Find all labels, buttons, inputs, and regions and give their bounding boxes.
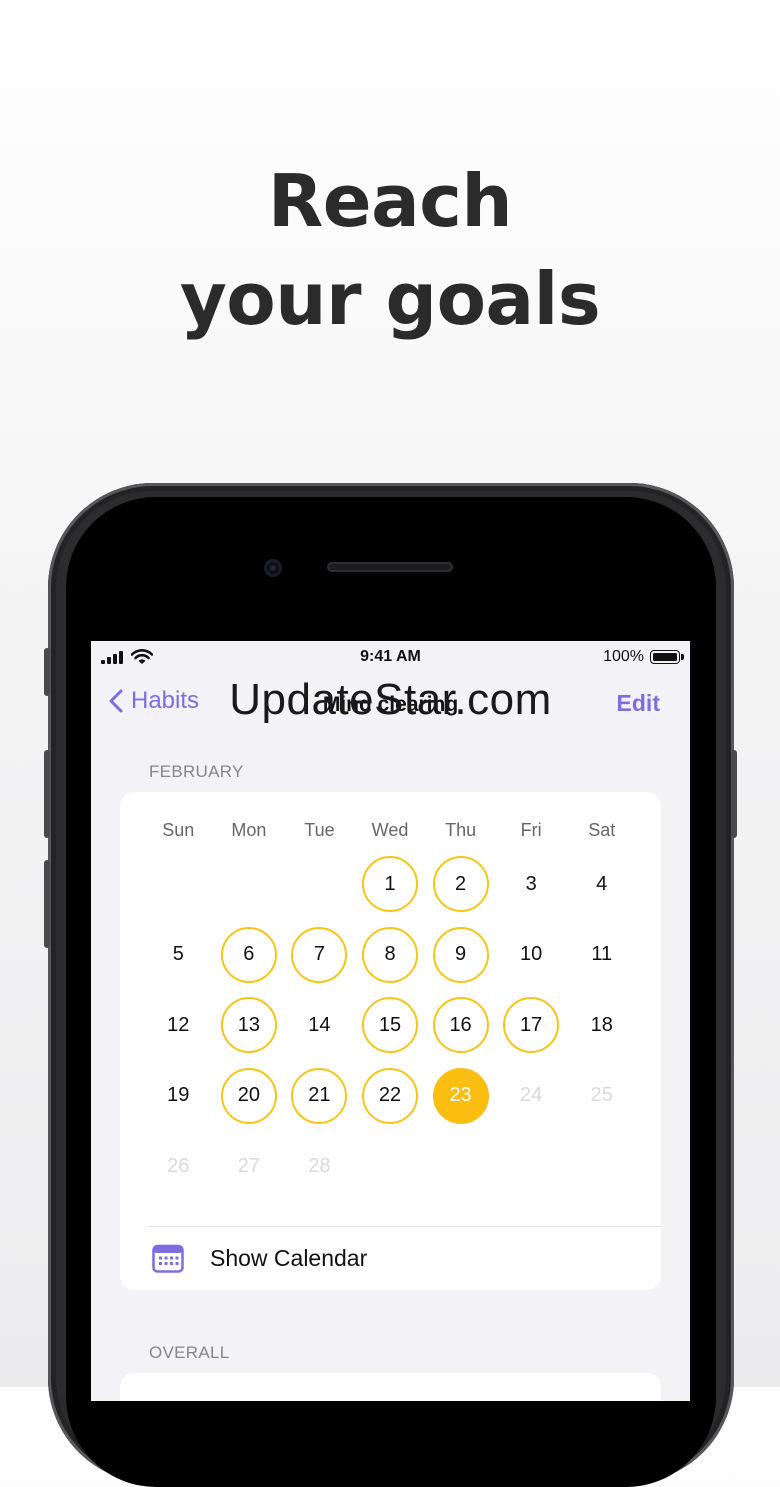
status-time: 9:41 AM [360,648,421,665]
calendar-day-5[interactable]: 5 [150,927,206,983]
calendar-day-28[interactable]: 28 [291,1138,347,1194]
show-calendar-button[interactable]: Show Calendar [152,1243,367,1273]
calendar-day-2[interactable]: 2 [432,856,489,912]
month-label: FEBRUARY [149,762,244,781]
battery-icon [650,650,684,664]
show-calendar-label: Show Calendar [210,1244,368,1271]
nav-bar: Habits Mind clearing Edit [91,681,690,731]
nav-title: Mind clearing [322,693,459,716]
weekday-header: Sun Mon Tue Wed Thu Fri Sat [143,820,637,841]
calendar-day-11[interactable]: 11 [574,927,630,983]
earpiece-speaker [327,562,453,572]
calendar-day-26[interactable]: 26 [150,1138,206,1194]
weekday-mon: Mon [231,820,267,840]
calendar-day-12[interactable]: 12 [150,997,206,1053]
calendar-day-15[interactable]: 15 [362,997,418,1054]
calendar-day-25[interactable]: 25 [574,1068,630,1124]
app-screen: 9:41 AM 100% Habits Mind clearing Edit U… [91,641,690,1401]
phone-power-button [731,750,737,838]
calendar-day-8[interactable]: 8 [362,926,418,983]
headline-line-2: your goals [179,257,601,341]
divider [148,1226,661,1227]
calendar-day-24[interactable]: 24 [503,1068,559,1124]
calendar-day-9[interactable]: 9 [432,926,489,983]
calendar-day-14[interactable]: 14 [291,997,347,1053]
overall-label: OVERALL [149,1343,230,1362]
overall-card [120,1373,661,1401]
calendar-day-19[interactable]: 19 [150,1068,206,1124]
calendar-day-18[interactable]: 18 [574,997,630,1053]
weekday-wed: Wed [371,820,409,840]
calendar-day-13[interactable]: 13 [220,997,277,1054]
calendar-day-1[interactable]: 1 [362,856,418,912]
weekday-thu: Thu [445,820,477,840]
weekday-tue: Tue [304,820,335,840]
calendar-day-3[interactable]: 3 [503,856,559,912]
calendar-card: Sun Mon Tue Wed Thu Fri Sat 1 2 3 4 5 6 7 8 9 10 11 12 13 1… [120,792,661,1290]
calendar-day-10[interactable]: 10 [503,927,559,983]
calendar-day-23[interactable]: 23 [432,1067,489,1124]
calendar-day-20[interactable]: 20 [220,1067,277,1124]
edit-button[interactable]: Edit [617,690,660,717]
headline-line-1: Reach [267,159,513,243]
calendar-day-6[interactable]: 6 [220,926,277,983]
status-bar: 9:41 AM 100% [91,641,690,675]
calendar-day-7[interactable]: 7 [291,926,348,983]
phone-mute-switch [44,648,50,696]
calendar-day-4[interactable]: 4 [574,856,630,912]
battery-percent: 100% [603,648,644,665]
calendar-icon [152,1244,184,1273]
calendar-day-17[interactable]: 17 [503,997,560,1054]
weekday-fri: Fri [520,820,542,840]
phone-volume-up [44,750,50,838]
weekday-sun: Sun [162,820,195,840]
calendar-day-21[interactable]: 21 [291,1067,348,1124]
calendar-day-16[interactable]: 16 [432,997,489,1054]
calendar-day-27[interactable]: 27 [221,1138,277,1194]
front-camera [264,559,282,577]
headline: Reach your goals [0,152,780,348]
weekday-sat: Sat [588,820,616,840]
phone-volume-down [44,860,50,948]
calendar-day-22[interactable]: 22 [362,1067,418,1124]
